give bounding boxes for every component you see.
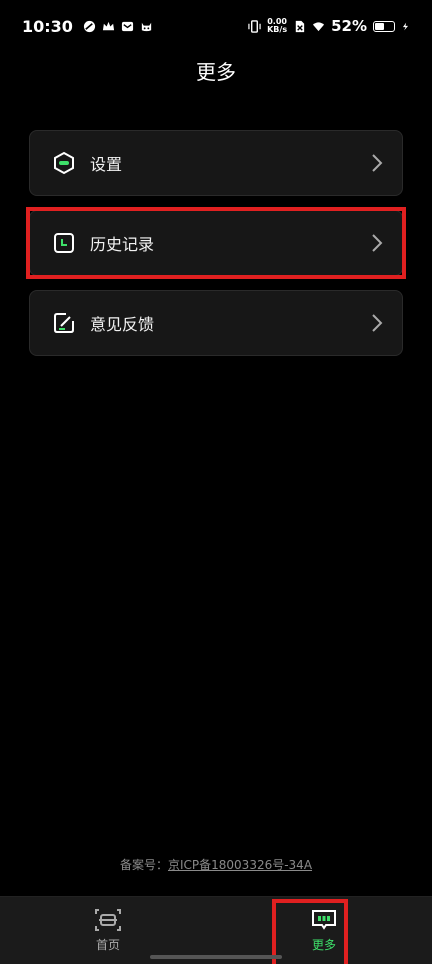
net-speed: 0.00 KB/s (267, 17, 288, 34)
tab-home[interactable]: 首页 (0, 897, 216, 964)
history-item[interactable]: 历史记录 (26, 207, 406, 279)
message-icon (121, 21, 134, 31)
feedback-edit-icon (52, 311, 76, 335)
wifi-icon (313, 21, 325, 31)
tab-more-label: 更多 (311, 938, 336, 952)
no-sim-icon (295, 20, 305, 32)
leaf-icon (83, 20, 96, 32)
tab-bar: 首页 更多 (0, 896, 432, 964)
settings-item[interactable]: 设置 (29, 130, 403, 196)
chat-dots-icon (312, 910, 336, 930)
feedback-item[interactable]: 意见反馈 (29, 290, 403, 356)
crown-icon (102, 21, 115, 30)
icp-link[interactable]: 京ICP备18003326号-34A (168, 858, 312, 872)
page-title: 更多 (196, 60, 236, 84)
vibrate-icon (248, 19, 261, 33)
clock-icon (52, 231, 76, 255)
history-label: 历史记录 (90, 235, 155, 254)
menu-list: 设置 历史记录 意见反馈 (26, 130, 406, 370)
chevron-right-icon (372, 314, 383, 332)
charging-bolt-icon (402, 22, 409, 30)
settings-hexagon-icon (52, 151, 76, 175)
home-indicator[interactable] (150, 955, 282, 959)
scan-frame-icon (95, 909, 121, 931)
settings-label: 设置 (90, 155, 123, 174)
battery-icon (373, 20, 395, 32)
cat-icon (141, 22, 152, 31)
status-bar: 10:30 0.00 KB/s 52% (0, 0, 432, 52)
icp-filing: 备案号：京ICP备18003326号-34A (0, 856, 432, 873)
tab-home-label: 首页 (95, 938, 120, 952)
chevron-right-icon (372, 234, 383, 252)
tab-more[interactable]: 更多 (216, 897, 432, 964)
status-time: 10:30 (22, 16, 73, 36)
feedback-label: 意见反馈 (90, 315, 155, 334)
icp-prefix: 备案号： (119, 858, 168, 872)
chevron-right-icon (372, 154, 383, 172)
battery-percent: 52% (331, 17, 367, 35)
